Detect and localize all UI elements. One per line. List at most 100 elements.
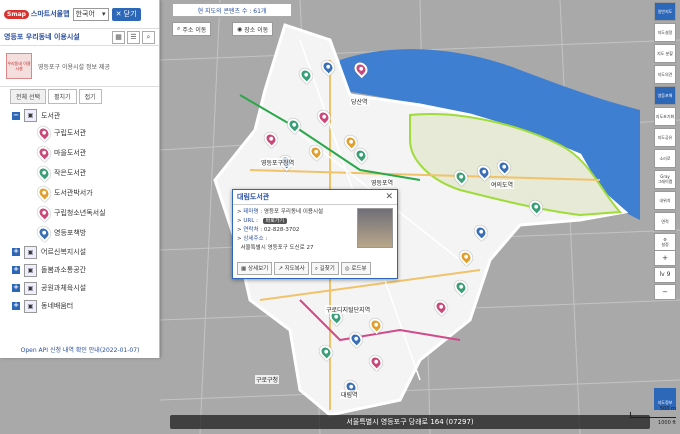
- address-move-label: 주소 이동: [182, 26, 207, 34]
- thumbnail-text: 우리동네 이용시설: [7, 61, 31, 71]
- tool-label: 지도의견: [657, 71, 673, 77]
- station-label: 구로디지털단지역: [325, 305, 372, 314]
- category-parks-sports[interactable]: + ▣ 공원과체육시설: [12, 279, 147, 297]
- popup-title: 대림도서관: [237, 193, 270, 201]
- roadview-button[interactable]: ◎ 로드뷰: [340, 262, 371, 275]
- logo[interactable]: Smap 스마트서울맵: [4, 9, 70, 19]
- station-label: 대림역: [340, 390, 359, 399]
- tool-label: 영등포해: [657, 92, 673, 98]
- popup-header: 대림도서관 ✕: [233, 190, 397, 205]
- select-all-button[interactable]: 전체 선택: [10, 89, 46, 104]
- category-label: 돌봄과소통공간: [41, 266, 87, 274]
- category-label: 동네배움터: [41, 302, 74, 310]
- content-count-notice: 현 지도의 콘텐츠 수 : 61개: [172, 3, 292, 17]
- close-icon: ✕: [115, 10, 122, 18]
- search-icon: ⌕: [177, 25, 181, 32]
- station-label: 영등포구청역: [260, 158, 296, 167]
- place-move-label: 장소 이동: [244, 26, 269, 34]
- category-tree: − ▣ 도서관 ● 구립도서관 ● 마을도서관 ● 작은도서관 ● 도서관박서가…: [0, 106, 159, 317]
- panel-title-row: 영등포 우리동네 이용시설 ▦ ☰ ⌕: [0, 28, 159, 46]
- tool-sound[interactable]: 소리로: [654, 149, 676, 168]
- subcategory-item[interactable]: ● 작은도서관: [12, 163, 147, 183]
- popup-row-theme: > 테마명 : 영등포 우리동네 이용시설: [237, 209, 324, 215]
- close-button[interactable]: ✕ 닫기: [111, 7, 141, 21]
- row-key: 상세주소: [243, 236, 264, 242]
- chevron-down-icon: ▾: [102, 10, 106, 18]
- roadview-label: 로드뷰: [351, 266, 367, 272]
- tool-label: 소리로: [659, 155, 671, 161]
- collapse-button[interactable]: 접기: [78, 89, 102, 104]
- expand-button[interactable]: 펼치기: [48, 89, 77, 104]
- popup-row-url: > URL : 바로가기: [237, 217, 357, 226]
- theme-info: 우리동네 이용시설 영등포구 이용시설 정보 제공: [0, 46, 159, 86]
- popup-details: > 테마명 : 영등포 우리동네 이용시설 > URL : 바로가기 > 연락처…: [237, 208, 357, 253]
- zoom-out-button[interactable]: −: [654, 284, 676, 300]
- detail-button[interactable]: ▦ 상세보기: [237, 262, 273, 275]
- expand-icon[interactable]: +: [12, 248, 20, 256]
- collapse-icon[interactable]: −: [12, 111, 20, 120]
- category-learning[interactable]: + ▣ 동네배움터: [12, 297, 147, 315]
- expand-icon[interactable]: +: [12, 302, 20, 310]
- tool-share[interactable]: 지도공유: [654, 128, 676, 147]
- tool-label: 지도설정: [657, 29, 673, 35]
- zoom-in-button[interactable]: +: [654, 250, 676, 266]
- poi-popup: 대림도서관 ✕ > 테마명 : 영등포 우리동네 이용시설 > URL : 바로…: [232, 189, 398, 279]
- close-icon[interactable]: ✕: [385, 192, 393, 202]
- popup-row-address-value: 서울특별시 영등포구 도신로 27: [237, 244, 357, 253]
- library-pin-icon: ●: [34, 223, 54, 243]
- park-icon: ▣: [24, 281, 37, 295]
- subcategory-item[interactable]: ● 마을도서관: [12, 143, 147, 163]
- subcategory-item[interactable]: ● 도서관박서가: [12, 183, 147, 203]
- close-label: 닫기: [123, 10, 137, 18]
- search-icon[interactable]: ⌕: [142, 30, 155, 44]
- place-move-button[interactable]: ◉ 장소 이동: [232, 22, 274, 36]
- logo-badge: Smap: [4, 9, 29, 19]
- tool-label: 지도초기화: [655, 113, 675, 119]
- category-library[interactable]: − ▣ 도서관: [12, 108, 147, 123]
- tool-map-settings[interactable]: 지도설정: [654, 23, 676, 42]
- theme-panel: Smap 스마트서울맵 한국어 ▾ ✕ 닫기 영등포 우리동네 이용시설 ▦ ☰…: [0, 0, 160, 358]
- language-value: 한국어: [75, 10, 95, 18]
- popup-row-phone: > 연락처 : 02-828-3702: [237, 227, 300, 233]
- tool-split-map[interactable]: 지도 분할: [654, 44, 676, 63]
- language-select[interactable]: 한국어 ▾: [72, 7, 109, 21]
- expand-icon[interactable]: +: [12, 284, 20, 292]
- directions-button[interactable]: ⌕ 길찾기: [310, 262, 339, 275]
- tool-area[interactable]: 면적: [654, 212, 676, 231]
- tool-my-location[interactable]: 내위치: [654, 191, 676, 210]
- subcategory-label: 영등포책방: [54, 229, 87, 237]
- grid-view-icon[interactable]: ▦: [112, 30, 125, 44]
- subcategory-item[interactable]: ● 영등포책방: [12, 223, 147, 243]
- subcategory-label: 마을도서관: [54, 149, 87, 157]
- subcategory-item[interactable]: ● 구립청소년독서실: [12, 203, 147, 223]
- address-move-button[interactable]: ⌕ 주소 이동: [172, 22, 212, 36]
- expand-icon[interactable]: +: [12, 266, 20, 274]
- popup-actions: ▦ 상세보기 ↗ 지도복사 ⌕ 길찾기 ◎ 로드뷰: [233, 262, 375, 275]
- station-label: 구로구청: [255, 375, 280, 384]
- row-key: 연락처: [243, 227, 259, 233]
- tool-reset[interactable]: 지도초기화: [654, 107, 676, 126]
- tool-label: 일반지도: [657, 8, 673, 14]
- detail-label: 상세보기: [247, 266, 269, 272]
- category-senior-welfare[interactable]: + ▣ 어르신복지시설: [12, 243, 147, 261]
- category-care-space[interactable]: + ▣ 돌봄과소통공간: [12, 261, 147, 279]
- library-pin-icon: ●: [34, 143, 54, 163]
- subcategory-label: 도서관박서가: [54, 189, 93, 197]
- tool-gray[interactable]: Gray 그레이맵: [654, 170, 676, 189]
- tool-general-map[interactable]: 일반지도: [654, 2, 676, 21]
- openapi-notice-link[interactable]: Open API 신청 내역 확인 안내(2022-01-07): [0, 345, 160, 354]
- subcategory-item[interactable]: ● 구립도서관: [12, 123, 147, 143]
- list-view-icon[interactable]: ☰: [127, 30, 140, 44]
- url-link-button[interactable]: 바로가기: [262, 218, 288, 224]
- tool-label: 지도 분할: [657, 50, 673, 56]
- copy-map-button[interactable]: ↗ 지도복사: [274, 262, 309, 275]
- zoom-control: + lv 9 −: [654, 250, 676, 301]
- subcategory-label: 작은도서관: [54, 169, 87, 177]
- tool-map-feedback[interactable]: 지도의견: [654, 65, 676, 84]
- library-pin-icon: ●: [34, 163, 54, 183]
- theme-description: 영등포구 이용시설 정보 제공: [38, 63, 110, 71]
- tool-theme[interactable]: 영등포해: [654, 86, 676, 105]
- panel-title: 영등포 우리동네 이용시설: [4, 33, 80, 41]
- panel-topbar: Smap 스마트서울맵 한국어 ▾ ✕ 닫기: [0, 0, 159, 28]
- row-key: URL: [243, 218, 255, 224]
